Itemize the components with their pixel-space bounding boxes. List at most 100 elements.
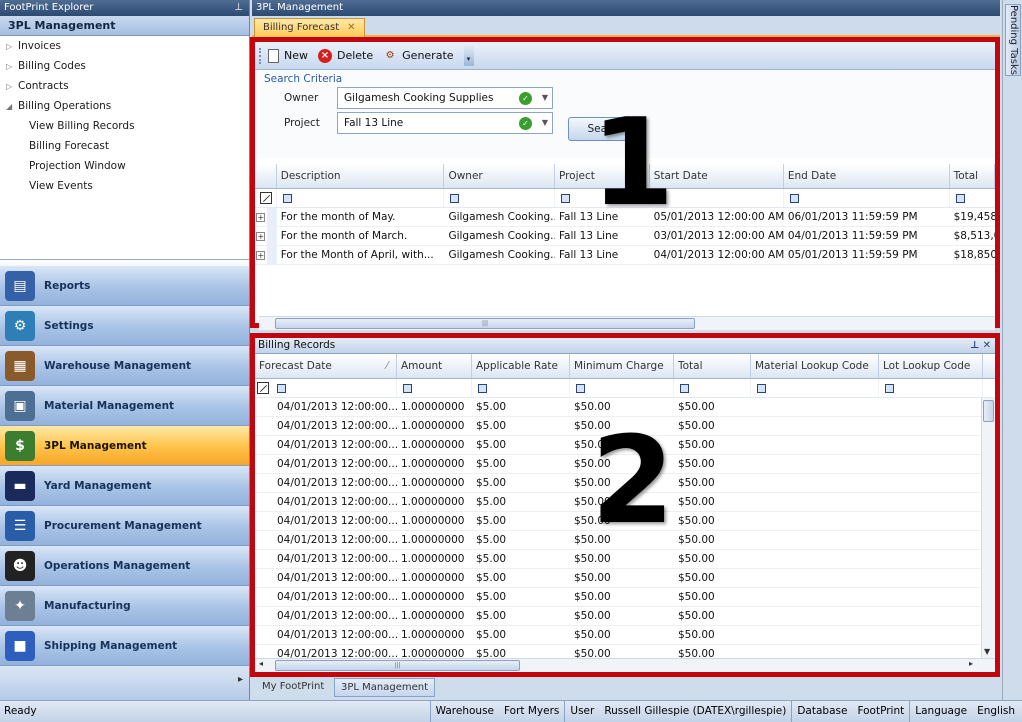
row-selector[interactable]: [266, 227, 277, 245]
new-button[interactable]: New: [268, 48, 308, 63]
manufacturing-icon: ✦: [5, 591, 35, 621]
column-header-material-lookup-code[interactable]: Material Lookup Code: [751, 354, 879, 378]
column-header-applicable-rate[interactable]: Applicable Rate: [472, 354, 570, 378]
chevron-down-icon[interactable]: ▼: [542, 88, 548, 108]
owner-combobox[interactable]: Gilgamesh Cooking Supplies ✓ ▼: [337, 87, 553, 109]
module-shipping-management[interactable]: ■ Shipping Management: [0, 626, 249, 666]
toolbar-overflow-button[interactable]: ▾: [463, 45, 474, 66]
tree-node[interactable]: Billing Forecast: [0, 136, 249, 156]
tab-3pl-management[interactable]: 3PL Management: [334, 678, 436, 697]
scroll-thumb[interactable]: |||: [275, 318, 695, 329]
tree-node[interactable]: ▷ Contracts: [0, 76, 249, 96]
column-header-description[interactable]: Description: [277, 164, 445, 188]
scroll-right-icon[interactable]: ▸: [969, 659, 973, 668]
module-material-management[interactable]: ▣ Material Management: [0, 386, 249, 426]
column-header-minimum-charge[interactable]: Minimum Charge: [570, 354, 674, 378]
filter-checkbox[interactable]: [478, 384, 487, 393]
expand-icon[interactable]: +: [256, 231, 266, 241]
module-manufacturing[interactable]: ✦ Manufacturing: [0, 586, 249, 626]
filter-checkbox[interactable]: [450, 194, 460, 203]
table-cell: $5.00: [476, 534, 507, 546]
column-header-amount[interactable]: Amount: [397, 354, 472, 378]
filter-checkbox[interactable]: [789, 194, 799, 203]
expand-icon[interactable]: +: [256, 250, 266, 260]
tab-billing-forecast[interactable]: Billing Forecast ✕: [254, 18, 365, 37]
chevron-down-icon[interactable]: ▼: [542, 113, 548, 133]
tree-node[interactable]: ▷ Billing Codes: [0, 56, 249, 76]
table-row[interactable]: 04/01/2013 12:00:00... 1.00000000 $5.00 $50…: [255, 626, 995, 645]
filter-checkbox[interactable]: [576, 384, 585, 393]
module-label: Yard Management: [44, 480, 152, 492]
document-title-bar: 3PL Management: [252, 0, 1000, 16]
module-reports[interactable]: ▤ Reports: [0, 266, 249, 306]
filter-checkbox[interactable]: [560, 194, 570, 203]
delete-icon: ×: [318, 48, 332, 63]
tree-node-label: Billing Operations: [18, 100, 112, 112]
module-yard-management[interactable]: ▬ Yard Management: [0, 466, 249, 506]
column-header-owner[interactable]: Owner: [444, 164, 555, 188]
column-header-total[interactable]: Total: [950, 164, 995, 188]
row-selector[interactable]: [266, 208, 277, 226]
table-row[interactable]: + For the Month of April, with... Gilgames…: [255, 246, 995, 265]
toolbar-grip[interactable]: [259, 47, 262, 64]
module-settings[interactable]: ⚙ Settings: [0, 306, 249, 346]
module-procurement-management[interactable]: ☰ Procurement Management: [0, 506, 249, 546]
delete-button[interactable]: × Delete: [318, 48, 373, 63]
tree-node[interactable]: Projection Window: [0, 156, 249, 176]
module-label: Operations Management: [44, 560, 191, 572]
filter-checkbox[interactable]: [403, 384, 412, 393]
row-selector[interactable]: [266, 246, 277, 264]
tree-toggle-icon[interactable]: ▷: [6, 37, 18, 57]
column-header-forecast-date[interactable]: Forecast Date ⁄: [255, 354, 397, 378]
tree-node[interactable]: ▷ Invoices: [0, 36, 249, 56]
table-cell: 04/01/2013 12:00:00...: [277, 572, 397, 584]
tree-toggle-icon[interactable]: ◢: [6, 97, 18, 117]
filter-checkbox[interactable]: [757, 384, 766, 393]
table-row[interactable]: 04/01/2013 12:00:00... 1.00000000 $5.00 $50…: [255, 550, 995, 569]
column-header-total[interactable]: Total: [674, 354, 751, 378]
project-combobox[interactable]: Fall 13 Line ✓ ▼: [337, 112, 553, 134]
table-cell: 1.00000000: [401, 534, 465, 546]
status-segment: Russell Gillespie (DATEX\rgillespie): [604, 705, 787, 717]
filter-editor-icon[interactable]: [260, 192, 272, 204]
table-cell: $50.00: [678, 439, 715, 451]
tree-node[interactable]: ◢ Billing Operations: [0, 96, 249, 116]
generate-button[interactable]: ⚙ Generate: [383, 49, 454, 63]
module-3pl-management[interactable]: $3PL Management: [0, 426, 249, 466]
table-row[interactable]: 04/01/2013 12:00:00... 1.00000000 $5.00 $50…: [255, 607, 995, 626]
tree-node[interactable]: View Billing Records: [0, 116, 249, 136]
table-row[interactable]: 04/01/2013 12:00:00... 1.00000000 $5.00 $50…: [255, 569, 995, 588]
scroll-left-icon[interactable]: ◂: [259, 659, 263, 668]
table-row[interactable]: 04/01/2013 12:00:00... 1.00000000 $5.00 $50…: [255, 588, 995, 607]
filter-checkbox[interactable]: [277, 384, 286, 393]
scroll-thumb[interactable]: |||: [275, 660, 520, 671]
tree-toggle-icon[interactable]: ▷: [6, 57, 18, 77]
tree-toggle-icon[interactable]: ▷: [6, 77, 18, 97]
more-modules-icon[interactable]: ▸: [238, 674, 243, 685]
table-cell: $50.00: [678, 477, 715, 489]
scroll-down-icon[interactable]: ▼: [984, 647, 990, 656]
tab-my-footprint[interactable]: My FootPrint: [256, 678, 330, 697]
module-operations-management[interactable]: ☻ Operations Management: [0, 546, 249, 586]
column-header-end-date[interactable]: End Date: [784, 164, 950, 188]
records-horizontal-scrollbar[interactable]: ◂ ||| ▸: [255, 658, 995, 672]
expand-icon[interactable]: +: [256, 212, 266, 222]
forecast-horizontal-scrollbar[interactable]: |||: [259, 316, 995, 330]
tree-node[interactable]: View Events: [0, 176, 249, 196]
table-cell: $50.00: [678, 458, 715, 470]
records-vertical-scrollbar[interactable]: ▼: [981, 398, 995, 658]
module-warehouse-management[interactable]: ▦ Warehouse Management: [0, 346, 249, 386]
shipping-icon: ■: [5, 631, 35, 661]
close-icon[interactable]: ✕: [347, 22, 355, 33]
filter-checkbox[interactable]: [955, 194, 965, 203]
filter-checkbox[interactable]: [885, 384, 894, 393]
search-criteria-link[interactable]: Search Criteria: [264, 73, 342, 85]
vertical-scroll-thumb[interactable]: [983, 400, 994, 422]
filter-editor-icon[interactable]: [257, 382, 269, 394]
pin-close-icons[interactable]: ⊥ ✕: [970, 338, 991, 353]
pending-tasks-tab[interactable]: Pending Tasks: [1005, 4, 1021, 76]
filter-checkbox[interactable]: [282, 194, 292, 203]
filter-checkbox[interactable]: [680, 384, 689, 393]
column-header-lot-lookup-code[interactable]: Lot Lookup Code: [879, 354, 983, 378]
pin-icon[interactable]: ⊥: [234, 0, 243, 16]
